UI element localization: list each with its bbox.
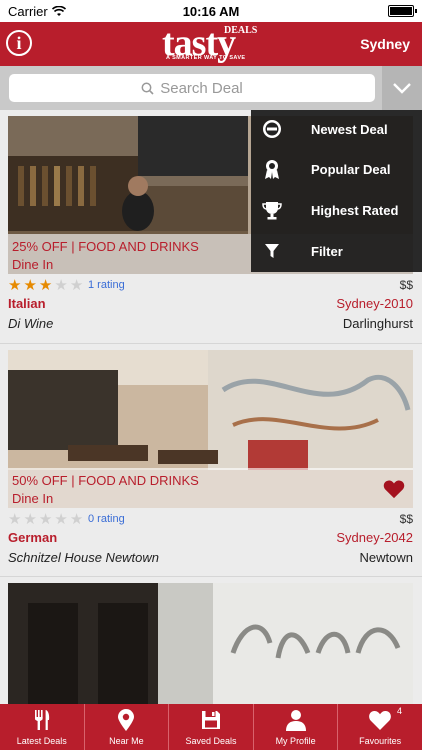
trophy-icon	[262, 202, 282, 220]
fork-knife-icon	[34, 710, 49, 730]
tab-label: My Profile	[275, 736, 316, 746]
deal-photo: 50% OFF | FOOD AND DRINKS Dine In	[8, 350, 413, 508]
cuisine-label: Italian	[8, 296, 46, 311]
favourite-heart-icon[interactable]	[383, 478, 405, 500]
star-icon: ★	[23, 277, 37, 294]
divider	[0, 343, 422, 344]
favourites-count-badge: 4	[396, 706, 402, 716]
tab-saved-deals[interactable]: Saved Deals	[169, 704, 254, 750]
star-icon: ★	[69, 277, 84, 294]
menu-item-newest-deal[interactable]: Newest Deal	[251, 110, 422, 150]
deal-service: Dine In	[12, 257, 54, 272]
restaurant-photo-storefront	[8, 583, 413, 705]
star-icon: ★	[38, 511, 53, 528]
search-icon	[141, 82, 154, 95]
menu-item-label: Highest Rated	[311, 203, 399, 218]
menu-item-label: Newest Deal	[311, 122, 388, 137]
menu-item-popular-deal[interactable]: Popular Deal	[251, 150, 422, 190]
menu-item-highest-rated[interactable]: Highest Rated	[251, 191, 422, 231]
heart-icon	[369, 710, 392, 730]
tab-label: Saved Deals	[185, 736, 237, 746]
restaurant-name: Di Wine	[8, 316, 54, 331]
deal-meta: ★ ★ ★ ★ ★ 0 rating $$ German Sydney-2042…	[8, 512, 413, 568]
save-disk-icon	[201, 711, 220, 729]
app-logo: tasty DEALS A SMARTER WAY TO SAVE	[158, 24, 268, 64]
location-code: Sydney-2042	[336, 530, 413, 545]
info-button[interactable]: i	[6, 30, 32, 56]
star-icon: ★	[54, 277, 68, 294]
deal-service: Dine In	[12, 491, 54, 506]
battery-icon	[388, 5, 417, 17]
price-level: $$	[399, 278, 413, 292]
tab-bar: Latest Deals Near Me Saved Deals My Prof…	[0, 704, 422, 750]
star-icon: ★	[54, 511, 68, 528]
deal-offer: 25% OFF | FOOD AND DRINKS	[12, 239, 199, 254]
sort-menu-button[interactable]	[382, 66, 422, 110]
search-placeholder: Search Deal	[160, 79, 243, 97]
logo-tagline: A SMARTER WAY TO SAVE	[166, 55, 246, 61]
menu-item-label: Popular Deal	[311, 162, 391, 177]
restaurant-name: Schnitzel House Newtown	[8, 550, 160, 565]
price-level: $$	[399, 512, 413, 526]
wifi-icon	[51, 5, 66, 16]
star-icon: ★	[69, 511, 84, 528]
tab-label: Latest Deals	[16, 736, 67, 746]
rating-count[interactable]: 0 rating	[88, 513, 125, 525]
deal-meta: ★ ★ ★ ★ ★ 1 rating $$ Italian Sydney-201…	[8, 278, 413, 334]
search-input[interactable]: Search Deal	[9, 74, 375, 102]
suburb-label: Darlinghurst	[342, 316, 413, 331]
tab-label: Near Me	[109, 736, 144, 746]
tab-latest-deals[interactable]: Latest Deals	[0, 704, 85, 750]
star-icon: ★	[38, 277, 53, 294]
deal-photo	[8, 583, 413, 705]
award-ribbon-icon	[265, 160, 279, 179]
cuisine-label: German	[8, 530, 58, 545]
info-icon: i	[16, 32, 22, 53]
person-icon	[285, 710, 306, 731]
sort-menu: Newest Deal Popular Deal Highest Rated F…	[251, 110, 422, 272]
deal-offer: 50% OFF | FOOD AND DRINKS	[12, 473, 199, 488]
funnel-icon	[265, 244, 279, 258]
menu-item-filter[interactable]: Filter	[251, 232, 422, 272]
chevron-down-icon	[393, 83, 411, 94]
rating-count[interactable]: 1 rating	[88, 279, 125, 291]
city-selector[interactable]: Sydney	[360, 36, 410, 52]
status-left: Carrier	[8, 4, 66, 19]
logo-deals: DEALS	[224, 25, 258, 36]
divider	[0, 576, 422, 577]
status-bar: Carrier 10:16 AM	[0, 0, 422, 22]
search-bar-row: Search Deal	[0, 66, 422, 110]
suburb-label: Newtown	[359, 550, 413, 565]
tab-my-profile[interactable]: My Profile	[254, 704, 339, 750]
app-header: i tasty DEALS A SMARTER WAY TO SAVE Sydn…	[0, 22, 422, 66]
star-rating: ★ ★ ★ ★ ★	[8, 512, 83, 527]
star-icon: ★	[23, 511, 37, 528]
new-badge-icon	[263, 120, 281, 138]
menu-item-label: Filter	[311, 244, 343, 259]
location-pin-icon	[118, 709, 135, 731]
tab-favourites[interactable]: 4 Favourites	[338, 704, 422, 750]
status-right	[388, 5, 417, 17]
tab-near-me[interactable]: Near Me	[85, 704, 170, 750]
location-code: Sydney-2010	[336, 296, 413, 311]
tab-label: Favourites	[359, 736, 402, 746]
star-rating: ★ ★ ★ ★ ★	[8, 278, 83, 293]
star-icon: ★	[8, 511, 22, 528]
star-icon: ★	[8, 277, 22, 294]
carrier-label: Carrier	[8, 3, 48, 19]
